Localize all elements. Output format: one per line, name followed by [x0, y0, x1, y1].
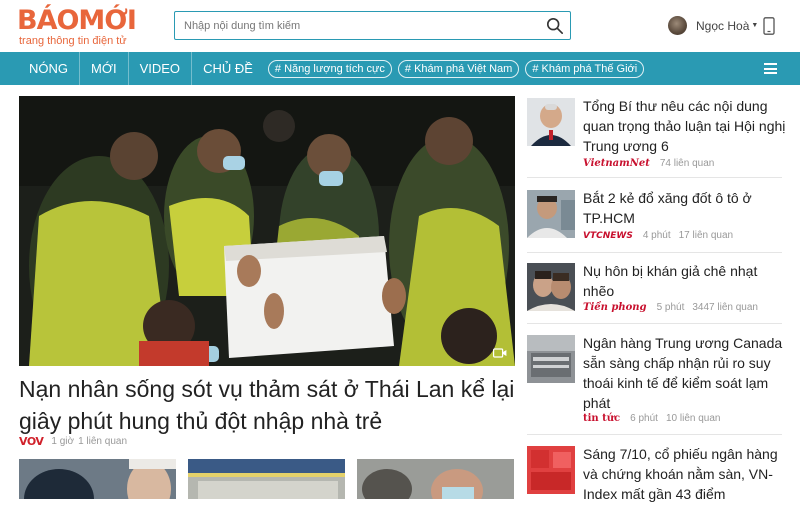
nav-tag-kham-pha-viet-nam[interactable]: # Khám phá Việt Nam — [397, 59, 520, 78]
site-header: BÁOMỚI trang thông tin điện tử Ngọc Hoà … — [0, 0, 800, 52]
story-thumbnail[interactable] — [527, 98, 575, 146]
divider — [527, 434, 782, 435]
hero-photo — [19, 96, 515, 366]
list-item[interactable]: Tổng Bí thư nêu các nội dung quan trọng … — [527, 98, 785, 178]
story-related[interactable]: 3447 liên quan — [692, 302, 758, 313]
source-logo[interactable]: VOV — [19, 435, 44, 448]
story-related[interactable]: 74 liên quan — [660, 158, 715, 169]
story-related[interactable]: 17 liên quan — [679, 230, 734, 241]
story-meta: VTCNEWS 4 phút 17 liên quan — [583, 230, 733, 241]
story-time: 4 phút — [642, 230, 671, 241]
hamburger-menu-icon[interactable] — [764, 63, 777, 74]
hero-image[interactable] — [19, 96, 515, 366]
divider — [527, 323, 782, 324]
story-thumbnail[interactable] — [527, 335, 575, 383]
search-icon[interactable] — [546, 17, 564, 35]
nav-tag-nang-luong[interactable]: # Năng lượng tích cực — [267, 59, 392, 78]
hero-related[interactable]: 1 liên quan — [78, 436, 127, 447]
nav-item-video[interactable]: VIDEO — [129, 52, 193, 85]
logo-tagline: trang thông tin điện tử — [19, 35, 127, 47]
list-item[interactable]: Nụ hôn bị khán giả chê nhạt nhẽo Tiền ph… — [527, 263, 782, 321]
chevron-down-icon: ▼ — [751, 22, 759, 29]
source-logo[interactable]: Tiền phong — [583, 302, 647, 313]
search-input[interactable] — [175, 12, 535, 39]
story-thumbnail[interactable] — [357, 459, 514, 499]
nav-item-nong[interactable]: NÓNG — [0, 52, 80, 85]
source-logo[interactable]: VTCNEWS — [583, 231, 633, 241]
story-meta: VietnamNet 74 liên quan — [583, 158, 714, 169]
divider — [527, 252, 782, 253]
list-item[interactable]: Sáng 7/10, cổ phiếu ngân hàng và chứng k… — [527, 446, 782, 506]
list-item[interactable]: Bắt 2 kẻ đổ xăng đốt ô tô ở TP.HCM VTCNE… — [527, 190, 782, 248]
divider — [527, 177, 782, 178]
story-thumbnail[interactable] — [527, 446, 575, 494]
nav-tag-kham-pha-the-gioi[interactable]: # Khám phá Thế Giới — [525, 59, 645, 78]
logo-wordmark: BÁOMỚI — [17, 5, 137, 36]
story-title[interactable]: Nụ hôn bị khán giả chê nhạt nhẽo — [583, 261, 788, 301]
site-logo[interactable]: BÁOMỚI trang thông tin điện tử — [17, 5, 137, 48]
story-title[interactable]: Ngân hàng Trung ương Canada sẵn sàng chấ… — [583, 333, 788, 413]
story-time: 6 phút — [630, 413, 658, 424]
main-nav: NÓNG MỚI VIDEO CHỦ ĐỀ # Năng lượng tích … — [0, 52, 800, 85]
hero-time: 1 giờ — [51, 436, 75, 447]
hero-meta: VOV 1 giờ 1 liên quan — [19, 435, 127, 448]
nav-item-moi[interactable]: MỚI — [80, 52, 129, 85]
user-menu[interactable]: Ngọc Hoà ▼ — [668, 16, 758, 35]
story-meta: Tiền phong 5 phút 3447 liên quan — [583, 302, 758, 313]
story-thumbnail[interactable] — [188, 459, 345, 499]
story-meta: tin tức 6 phút 10 liên quan — [583, 413, 720, 424]
story-title[interactable]: Tổng Bí thư nêu các nội dung quan trọng … — [583, 96, 788, 156]
story-time: 5 phút — [656, 302, 685, 313]
source-logo[interactable]: tin tức — [583, 413, 620, 424]
avatar — [668, 16, 687, 35]
story-thumbnail[interactable] — [527, 190, 575, 238]
nav-item-chu-de[interactable]: CHỦ ĐỀ — [192, 52, 264, 85]
story-thumbnail[interactable] — [527, 263, 575, 311]
story-related[interactable]: 10 liên quan — [666, 413, 721, 424]
story-title[interactable]: Bắt 2 kẻ đổ xăng đốt ô tô ở TP.HCM — [583, 188, 788, 228]
story-thumbnail[interactable] — [19, 459, 176, 499]
source-logo[interactable]: VietnamNet — [583, 158, 650, 169]
story-title[interactable]: Sáng 7/10, cổ phiếu ngân hàng và chứng k… — [583, 444, 788, 504]
video-icon — [493, 348, 507, 358]
mobile-phone-icon[interactable] — [763, 17, 775, 35]
user-name: Ngọc Hoà — [696, 18, 750, 33]
search-box — [174, 11, 571, 40]
hero-headline[interactable]: Nạn nhân sống sót vụ thảm sát ở Thái Lan… — [19, 373, 515, 437]
list-item[interactable]: Ngân hàng Trung ương Canada sẵn sàng chấ… — [527, 335, 782, 425]
